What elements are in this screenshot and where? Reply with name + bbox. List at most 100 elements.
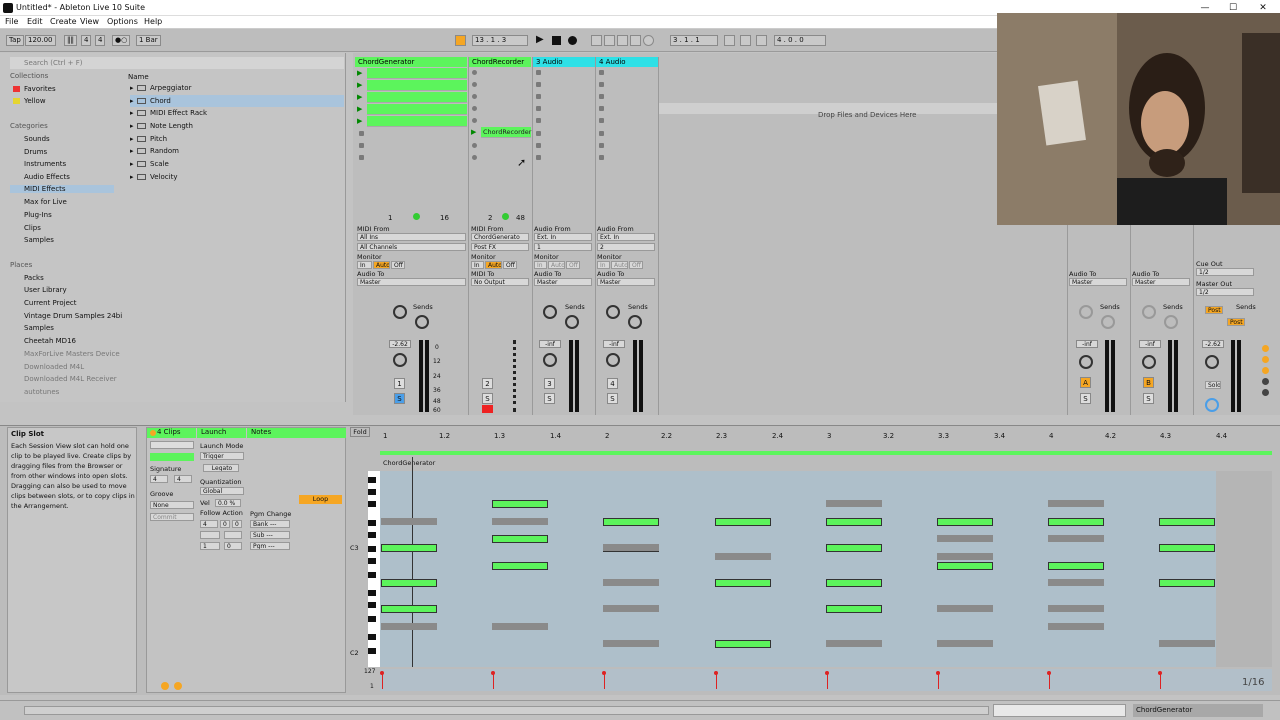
notes-tab[interactable]: Notes <box>247 428 346 438</box>
solo-button[interactable]: S <box>482 393 493 404</box>
send-a-knob[interactable] <box>1079 305 1093 319</box>
clip-stop-icon[interactable] <box>536 106 541 111</box>
place-packs[interactable]: Packs <box>24 274 44 282</box>
browser-item-random[interactable]: ▸ Random <box>130 145 344 157</box>
input-channel-select[interactable]: 2 <box>597 243 655 251</box>
clip-activator-icon[interactable] <box>150 430 156 436</box>
commit-button[interactable]: Commit <box>150 513 194 521</box>
midi-note[interactable] <box>1159 544 1215 552</box>
clip-stop-icon[interactable] <box>536 118 541 123</box>
follow-time-beat[interactable]: 0 <box>220 520 230 528</box>
clip-stop-icon[interactable] <box>536 155 541 160</box>
black-key[interactable] <box>368 501 376 507</box>
name-column-header[interactable]: Name <box>128 73 149 81</box>
midi-note[interactable] <box>826 544 882 552</box>
cue-volume-knob[interactable] <box>1205 398 1219 412</box>
monitor-in-button[interactable]: In <box>471 261 484 269</box>
groove-select[interactable]: None <box>150 501 194 509</box>
pan-knob[interactable] <box>393 353 407 367</box>
quantize-menu[interactable]: 1 Bar <box>136 35 161 46</box>
metronome-icon[interactable]: ●○ <box>112 35 131 46</box>
midi-note[interactable] <box>381 605 437 613</box>
menu-edit[interactable]: Edit <box>27 17 43 26</box>
clip-stop-icon[interactable] <box>599 94 604 99</box>
black-key[interactable] <box>368 634 376 640</box>
menu-view[interactable]: View <box>80 17 99 26</box>
black-key[interactable] <box>368 558 376 564</box>
velocity-handle[interactable] <box>714 671 718 675</box>
return-b-button[interactable]: B <box>1143 377 1154 388</box>
monitor-in-button[interactable]: In <box>597 261 610 269</box>
return-b-volume[interactable]: -inf <box>1139 340 1161 348</box>
velocity-stem[interactable] <box>382 673 383 689</box>
fold-button[interactable]: Fold <box>350 427 370 437</box>
track-1-volume[interactable]: -2.62 <box>389 340 411 348</box>
clip-stop-icon[interactable] <box>599 131 604 136</box>
black-key[interactable] <box>368 602 376 608</box>
track-activator[interactable]: 4 <box>607 378 618 389</box>
browser-item-scale[interactable]: ▸ Scale <box>130 158 344 170</box>
place-downloaded-m4l[interactable]: Downloaded M4L <box>24 363 84 371</box>
stop-icon[interactable] <box>552 36 561 45</box>
pan-knob[interactable] <box>606 353 620 367</box>
midi-to-select[interactable]: No Output <box>471 278 529 286</box>
send-a-knob[interactable] <box>393 305 407 319</box>
channel-select[interactable]: All Channels <box>357 243 466 251</box>
pan-knob[interactable] <box>543 353 557 367</box>
mixer-sections-toggle-icons[interactable] <box>1262 345 1270 411</box>
timeline-ruler[interactable]: 1 1.2 1.3 1.4 2 2.2 2.3 2.4 3 3.2 3.3 3.… <box>380 427 1272 440</box>
velocity-handle[interactable] <box>1047 671 1051 675</box>
velocity-stem[interactable] <box>716 673 717 689</box>
return-a-volume[interactable]: -inf <box>1076 340 1098 348</box>
place-vintage-drum[interactable]: Vintage Drum Samples 24bi <box>24 312 122 320</box>
velocity-stem[interactable] <box>1160 673 1161 689</box>
return-a-to-select[interactable]: Master <box>1069 278 1127 286</box>
sig-num[interactable]: 4 <box>81 35 92 46</box>
menu-options[interactable]: Options <box>107 17 138 26</box>
clip-view-toggle-icon[interactable] <box>174 682 182 690</box>
input-channel-select[interactable]: 1 <box>534 243 592 251</box>
quantization-select[interactable]: Global <box>200 487 244 495</box>
bank-field[interactable]: Bank --- <box>250 520 290 528</box>
monitor-auto-button[interactable]: Auto <box>548 261 565 269</box>
browser-item-midi-effect-rack[interactable]: ▸ MIDI Effect Rack <box>130 107 344 119</box>
punch-out-icon[interactable] <box>756 35 767 46</box>
monitor-auto-button[interactable]: Auto <box>485 261 502 269</box>
clip-color-select[interactable] <box>150 453 194 461</box>
clip-stop-icon[interactable] <box>536 94 541 99</box>
master-volume[interactable]: -2.62 <box>1202 340 1224 348</box>
midi-note[interactable] <box>826 579 882 587</box>
clip-slot[interactable] <box>367 92 467 103</box>
clip-sig-den[interactable]: 4 <box>174 475 192 483</box>
velocity-stem[interactable] <box>493 673 494 689</box>
browser-item-note-length[interactable]: ▸ Note Length <box>130 120 344 132</box>
midi-note[interactable] <box>937 518 993 526</box>
collection-yellow[interactable]: Yellow <box>24 97 46 105</box>
launch-tab[interactable]: Launch <box>197 428 246 438</box>
legato-button[interactable]: Legato <box>203 464 239 472</box>
recorder-clip[interactable]: ChordRecorder <box>481 127 531 138</box>
solo-button[interactable]: S <box>394 393 405 404</box>
clip-stop-icon[interactable] <box>536 70 541 75</box>
velocity-stem[interactable] <box>1049 673 1050 689</box>
clip-play-icon[interactable]: ▶ <box>357 93 362 101</box>
category-plug-ins[interactable]: Plug-Ins <box>24 211 52 219</box>
follow-action-a[interactable] <box>200 531 220 539</box>
clip-stop-icon[interactable] <box>536 143 541 148</box>
collection-favorites[interactable]: Favorites <box>24 85 56 93</box>
place-current-project[interactable]: Current Project <box>24 299 76 307</box>
send-b-knob[interactable] <box>628 315 642 329</box>
midi-note[interactable] <box>826 605 882 613</box>
midi-note[interactable] <box>492 500 548 508</box>
black-key[interactable] <box>368 477 376 483</box>
place-user-library[interactable]: User Library <box>24 286 67 294</box>
audio-to-select[interactable]: Master <box>597 278 655 286</box>
record-arm-slot-icon[interactable] <box>472 106 477 111</box>
track-header-chordgenerator[interactable]: ChordGenerator <box>355 57 467 67</box>
category-sounds[interactable]: Sounds <box>24 135 50 143</box>
clip-stop-icon[interactable] <box>599 70 604 75</box>
master-out-select[interactable]: 1/2 <box>1196 288 1254 296</box>
menu-create[interactable]: Create <box>50 17 77 26</box>
clip-play-icon[interactable]: ▶ <box>471 128 476 136</box>
midi-from-select[interactable]: ChordGenerato <box>471 233 529 241</box>
